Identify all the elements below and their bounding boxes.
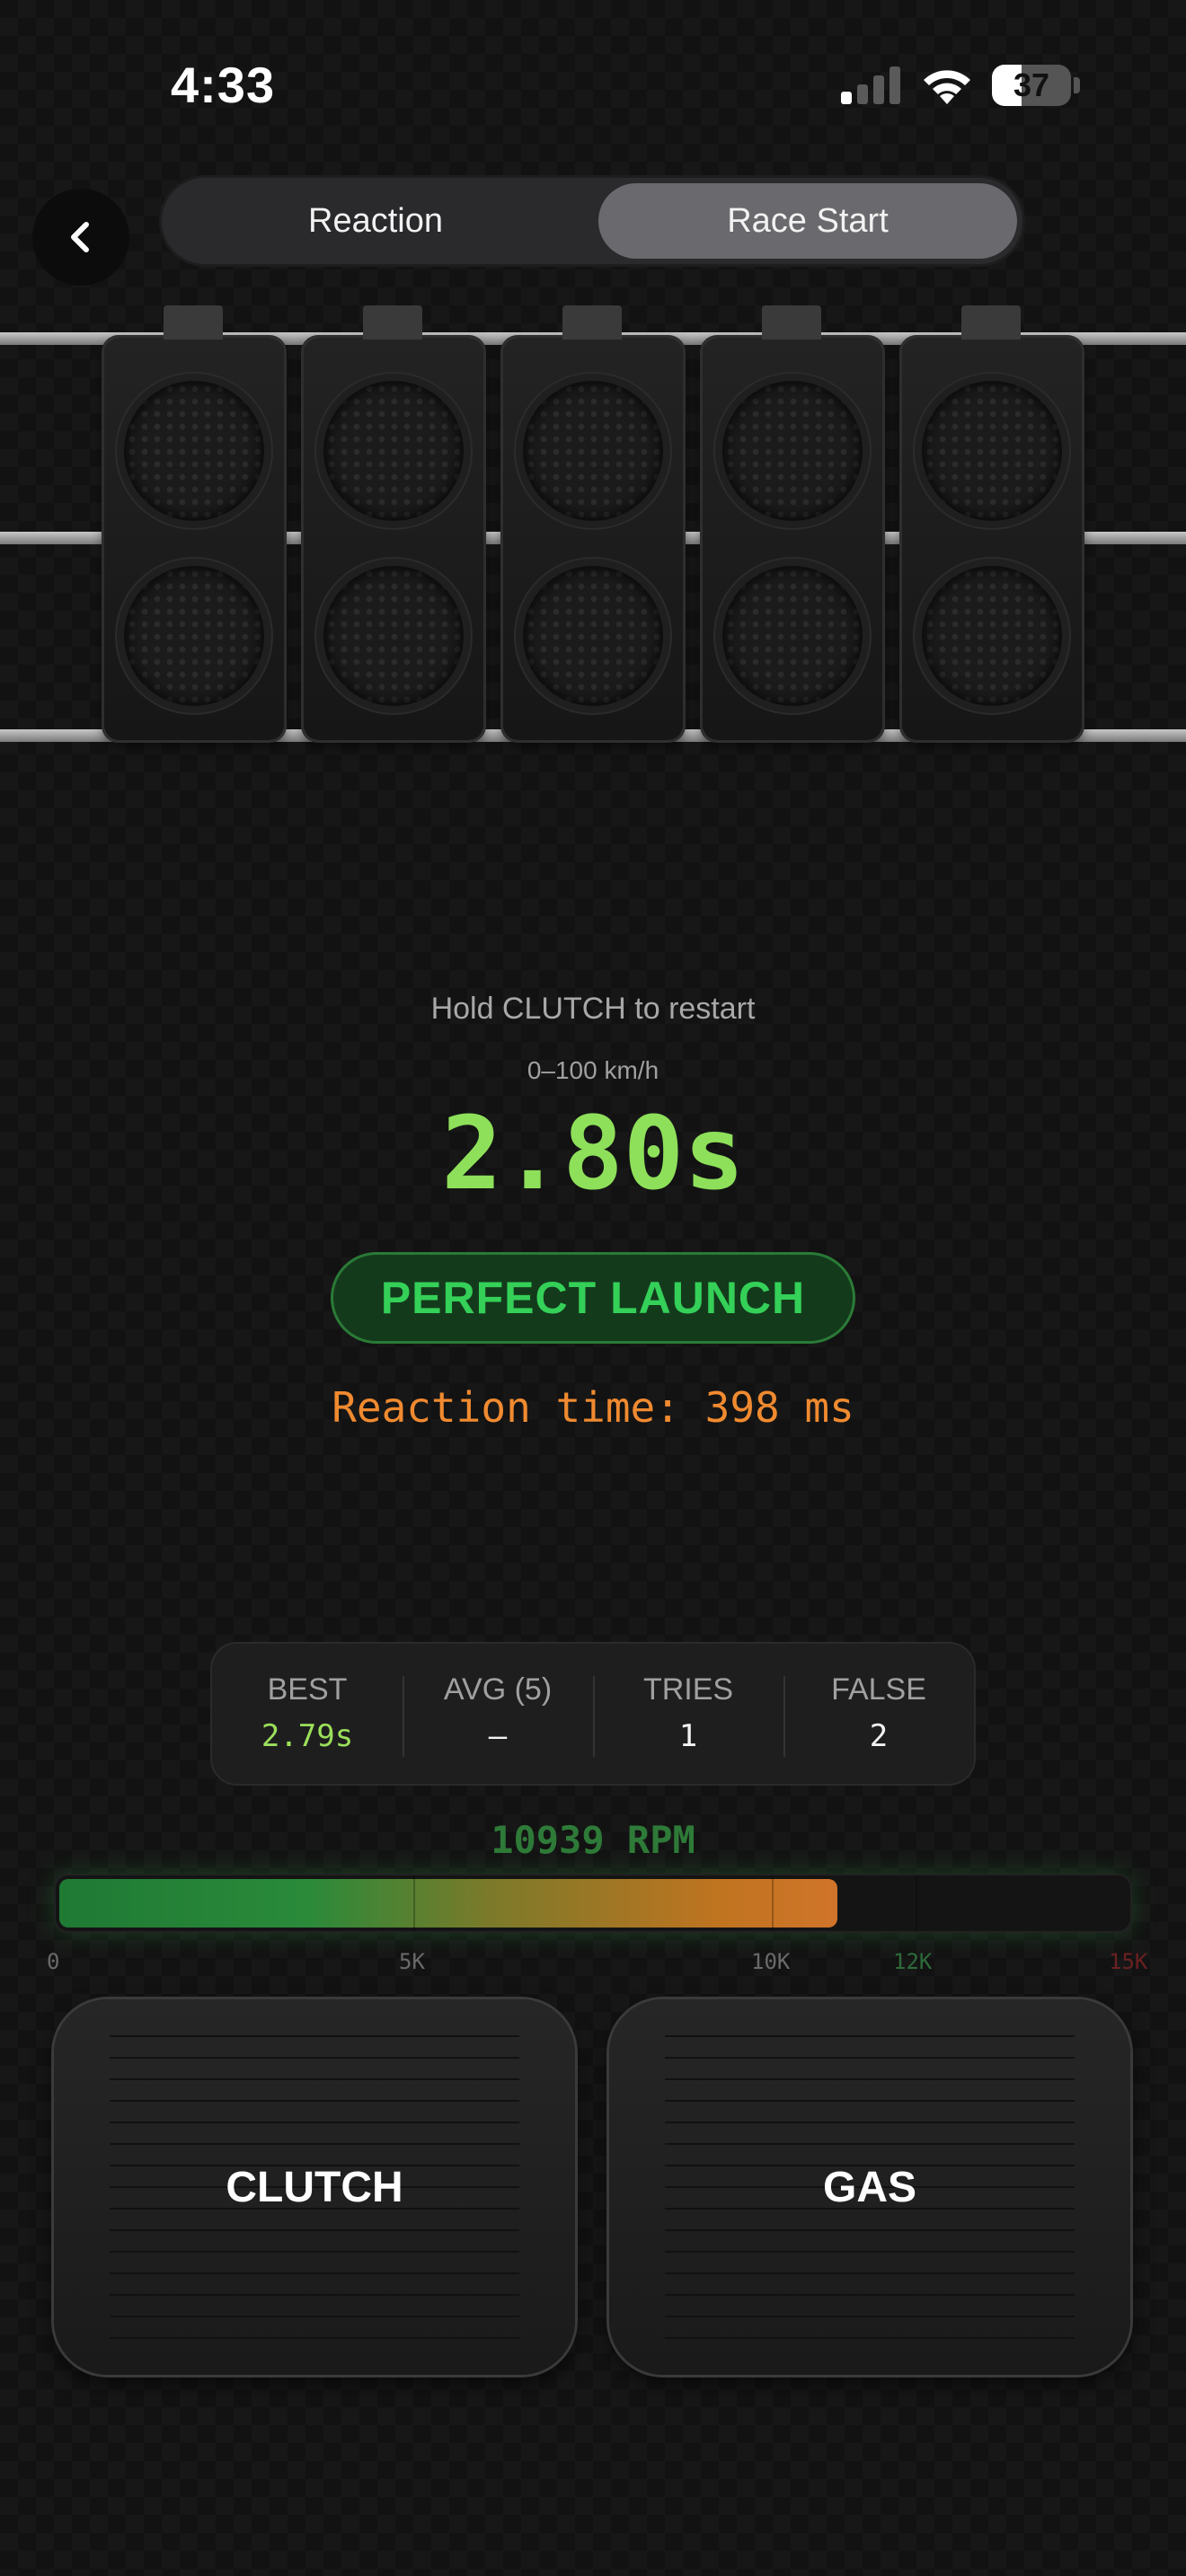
launch-rating-badge: PERFECT LAUNCH (331, 1252, 855, 1344)
stat-value: 2 (869, 1718, 889, 1754)
tab-race-start[interactable]: Race Start (598, 183, 1017, 259)
stat-tries: TRIES 1 (593, 1644, 783, 1784)
status-time: 4:33 (171, 57, 276, 113)
clutch-pedal-button[interactable]: CLUTCH (54, 1999, 575, 2375)
stat-value: 1 (678, 1718, 698, 1754)
lamp-top (922, 381, 1062, 521)
back-button[interactable] (32, 189, 129, 286)
gas-pedal-button[interactable]: GAS (609, 1999, 1130, 2375)
stat-value: 2.79s (261, 1718, 354, 1754)
lamp-top (523, 381, 663, 521)
start-light-3 (503, 305, 683, 740)
battery-tip (1074, 77, 1080, 93)
clutch-label: CLUTCH (226, 2163, 403, 2211)
stat-label: BEST (267, 1672, 348, 1707)
lamp-top (124, 381, 264, 521)
stat-label: TRIES (642, 1672, 734, 1707)
tab-reaction[interactable]: Reaction (169, 183, 582, 259)
rpm-tick-label: 10K (751, 1949, 791, 1974)
rpm-tick-label: 5K (399, 1949, 425, 1974)
battery-icon: 37 (992, 65, 1071, 106)
start-light-1 (104, 305, 284, 740)
stat-average: AVG (5) – (403, 1644, 593, 1784)
rpm-bar-tick (413, 1875, 415, 1931)
cellular-signal-icon (841, 65, 902, 104)
stat-label: FALSE (831, 1672, 926, 1707)
stat-best: BEST 2.79s (212, 1644, 403, 1784)
lamp-bottom (124, 566, 264, 706)
lamp-top (722, 381, 863, 521)
lamp-bottom (722, 566, 863, 706)
rpm-bar-tick (916, 1875, 917, 1931)
battery-level: 37 (1013, 66, 1050, 103)
gas-label: GAS (822, 2163, 916, 2211)
start-light-2 (304, 305, 483, 740)
rpm-tick-label: 15K (1109, 1949, 1148, 1974)
stats-card: BEST 2.79s AVG (5) – TRIES 1 FALSE 2 (212, 1644, 974, 1784)
stat-label: AVG (5) (443, 1672, 553, 1707)
rpm-bar-tick (772, 1875, 774, 1931)
wifi-icon (924, 70, 970, 104)
restart-hint: Hold CLUTCH to restart (430, 992, 756, 1026)
rpm-tick-label: 0 (47, 1949, 60, 1974)
rpm-tick-label: 12K (893, 1949, 933, 1974)
stat-false-starts: FALSE 2 (783, 1644, 974, 1784)
start-light-5 (902, 305, 1082, 740)
rpm-bar-fill (59, 1879, 837, 1928)
rpm-bar (56, 1875, 1130, 1931)
lamp-top (323, 381, 464, 521)
lamp-bottom (922, 566, 1062, 706)
stat-value: – (488, 1718, 508, 1754)
lamp-bottom (323, 566, 464, 706)
chevron-left-icon (71, 222, 89, 252)
rpm-readout: 10939 RPM (491, 1818, 695, 1862)
metric-label: 0–100 km/h (527, 1056, 659, 1084)
mode-segmented-control: Reaction Race Start (162, 178, 1022, 264)
lamp-bottom (523, 566, 663, 706)
start-light-4 (703, 305, 882, 740)
reaction-time: Reaction time: 398 ms (332, 1383, 854, 1432)
launch-time: 2.80s (441, 1096, 745, 1213)
